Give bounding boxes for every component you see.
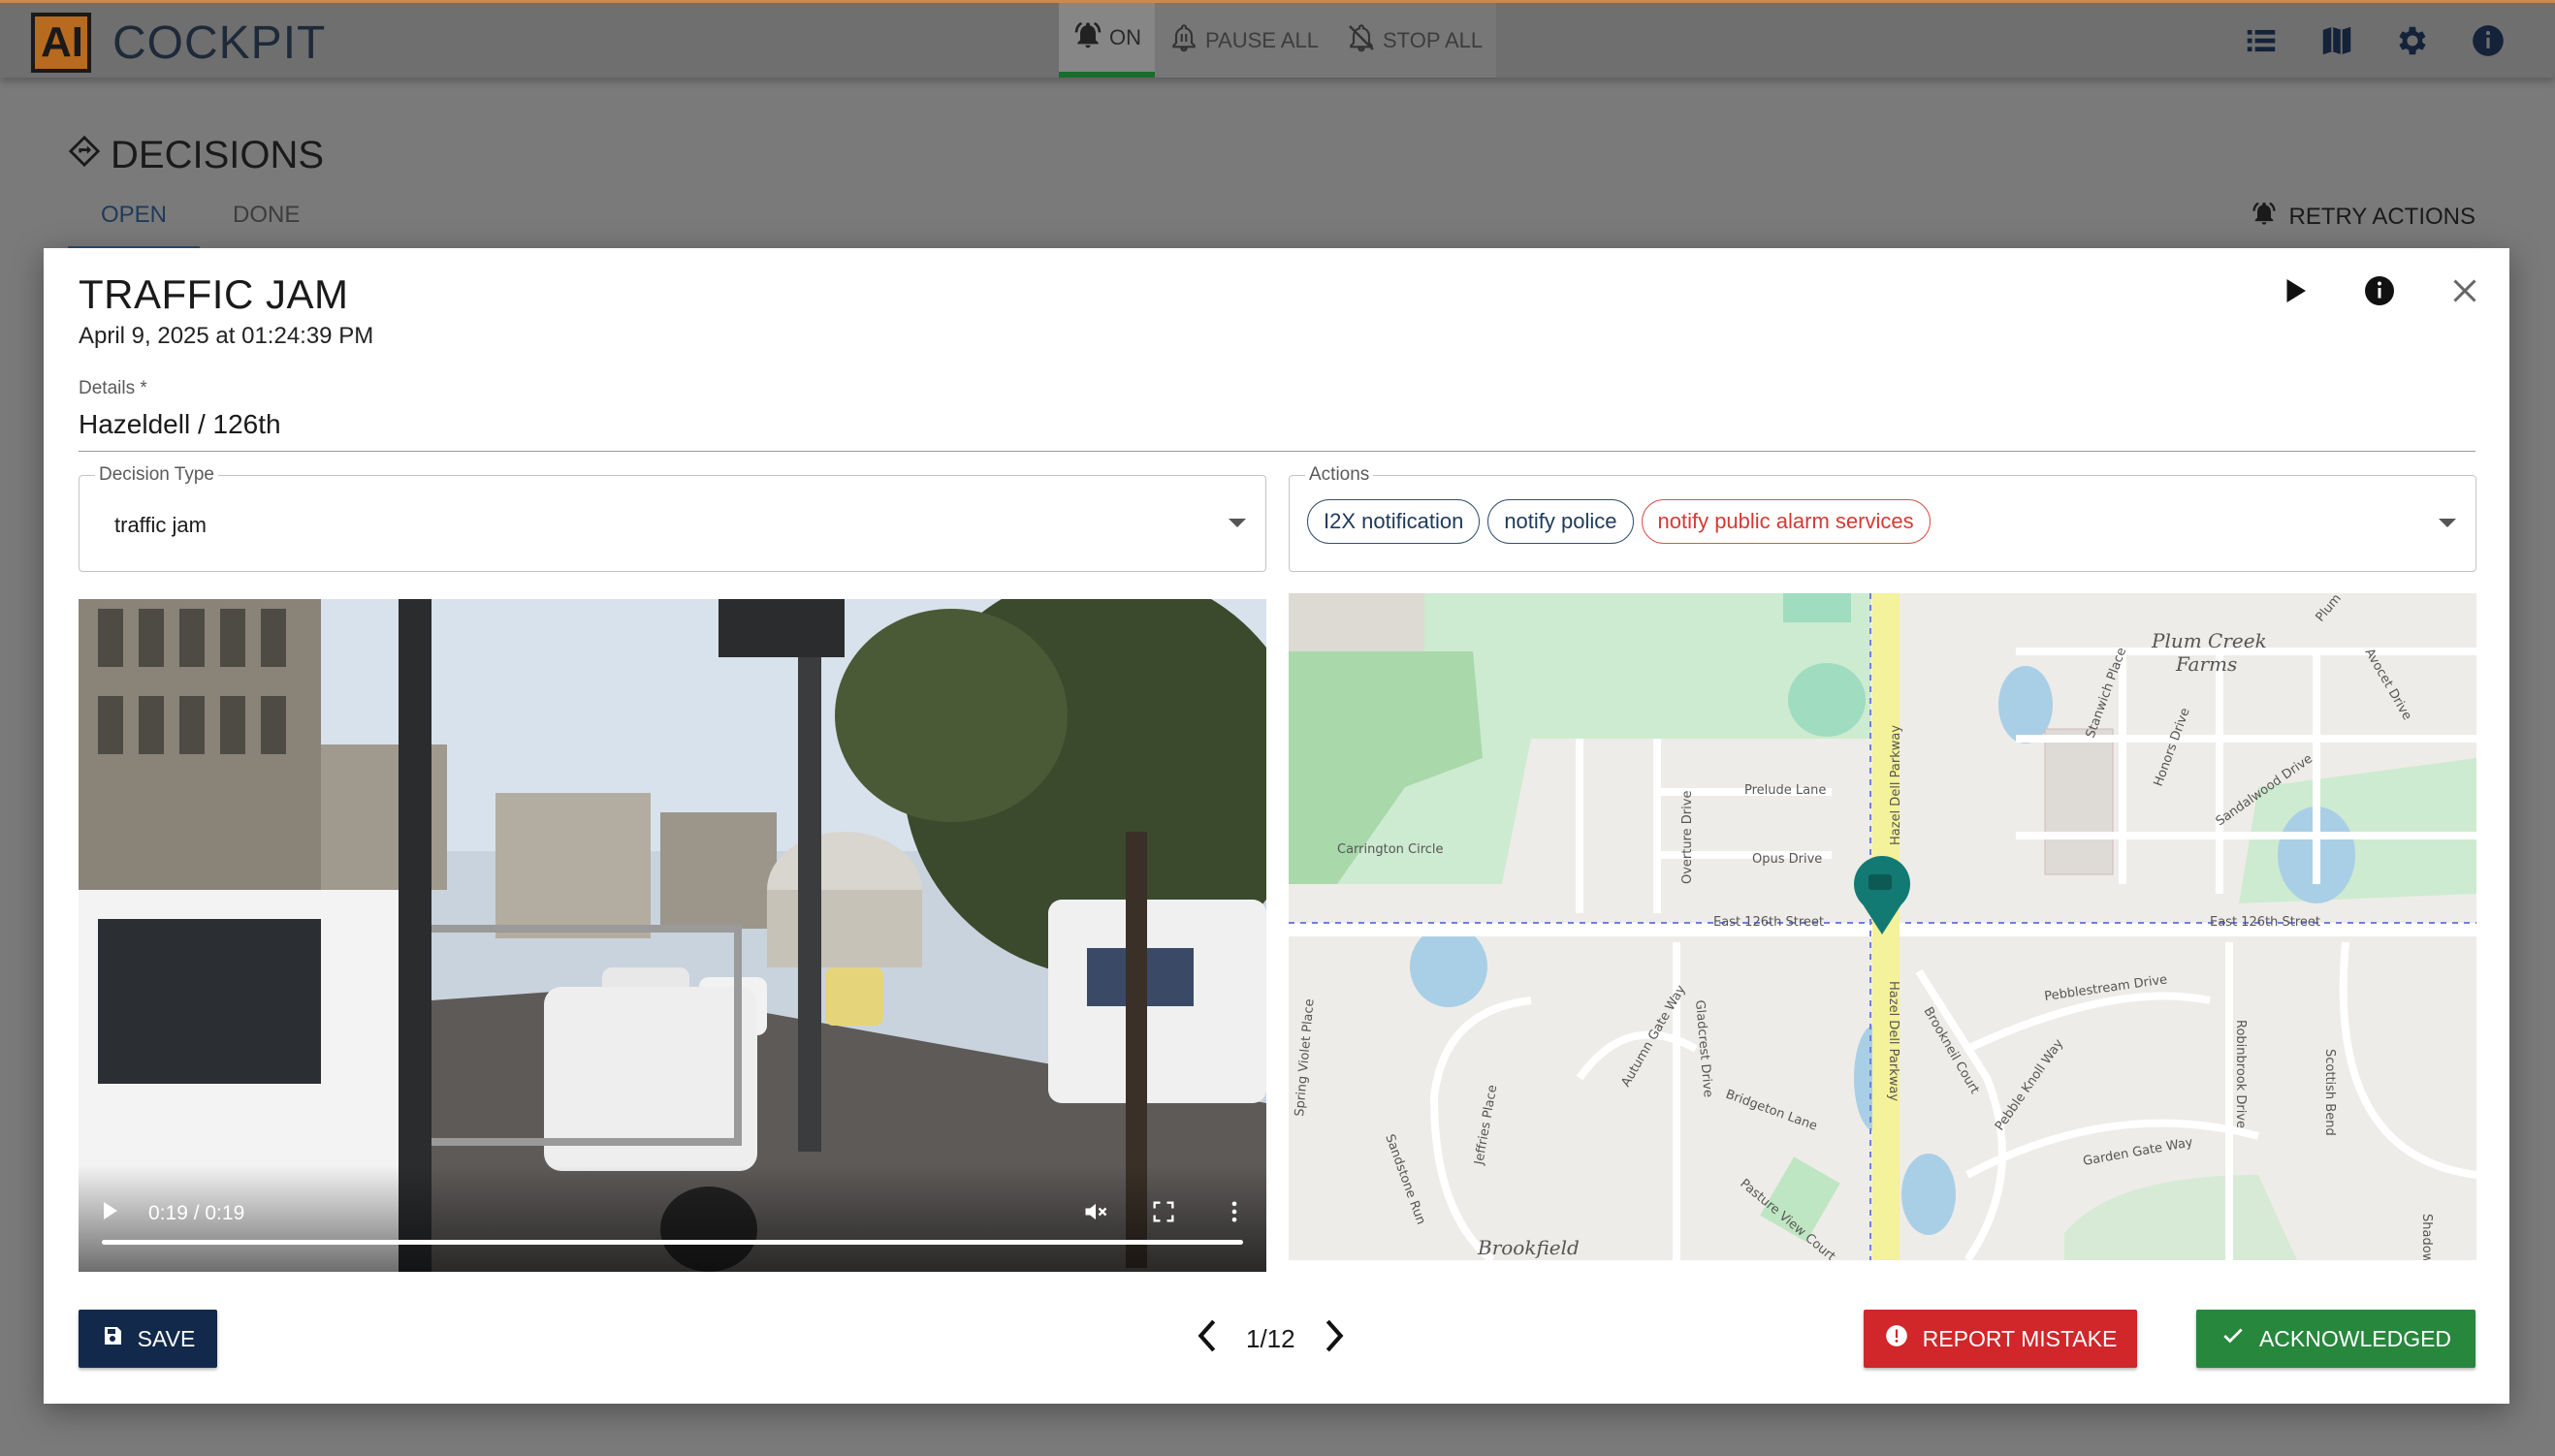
pagination: 1/12 [1194,1314,1348,1363]
details-underline [79,451,2475,452]
bell-pause-icon [1168,22,1199,59]
app-title: COCKPIT [112,17,327,69]
muted-icon[interactable] [1082,1198,1109,1225]
acknowledged-label: ACKNOWLEDGED [2258,1325,2452,1351]
page-indicator: 1/12 [1246,1323,1295,1353]
action-chips: I2X notification notify police notify pu… [1307,499,1931,544]
actions-label: Actions [1305,464,1374,486]
location-map[interactable]: East 126th Street East 126th Street Haze… [1289,593,2476,1260]
tab-done[interactable]: DONE [200,194,333,249]
fullscreen-icon[interactable] [1150,1198,1177,1225]
details-label: Details * [79,378,147,398]
save-button[interactable]: SAVE [79,1310,217,1368]
video-time: 0:19 / 0:19 [148,1202,245,1224]
decision-type-label: Decision Type [95,464,218,486]
alarm-icon [2251,200,2278,234]
chevron-right-icon[interactable] [1321,1316,1348,1362]
map-street-label: Hazel Dell Parkway [1886,981,1900,1101]
info-icon[interactable] [2362,273,2397,308]
pause-all-label: PAUSE ALL [1205,27,1319,52]
decision-type-value: traffic jam [114,513,207,537]
map-place-label: Plum Creek [2151,629,2267,652]
details-field[interactable]: Hazeldell / 126th [79,409,281,440]
video-play-icon[interactable] [104,1202,117,1219]
map-tiles: East 126th Street East 126th Street Haze… [1289,593,2476,1260]
map-street-label: East 126th Street [1713,915,1824,930]
decision-dialog: TRAFFIC JAM April 9, 2025 at 01:24:39 PM… [44,248,2509,1404]
more-vert-icon[interactable] [1221,1198,1248,1225]
pause-all-button[interactable]: PAUSE ALL [1155,3,1332,78]
decision-title: TRAFFIC JAM [79,271,349,317]
chevron-down-icon[interactable] [1229,519,1246,527]
save-label: SAVE [137,1325,196,1351]
map-icon[interactable] [2318,22,2355,59]
video-player[interactable]: 0:19 / 0:19 [79,599,1266,1272]
action-chip-police[interactable]: notify police [1487,499,1634,544]
actions-select[interactable]: Actions I2X notification notify police n… [1289,464,2476,572]
map-street-label: Hazel Dell Parkway [1889,725,1903,845]
header-icon-group [2243,22,2507,59]
alarm-controls: ON PAUSE ALL STOP ALL [1059,3,1497,78]
page-title: DECISIONS [68,134,324,177]
map-street-label: Prelude Lane [1744,783,1826,798]
map-street-label: East 126th Street [2210,915,2320,930]
floppy-icon [101,1324,124,1353]
alarm-on-button[interactable]: ON [1059,3,1155,78]
decision-type-select[interactable]: Decision Type traffic jam [79,464,1266,572]
map-place-label: Brookfield [1477,1236,1580,1259]
tab-open[interactable]: OPEN [68,194,201,249]
action-chip-public-alarm[interactable]: notify public alarm services [1641,499,1931,544]
acknowledged-button[interactable]: ACKNOWLEDGED [2196,1310,2475,1368]
alert-circle-icon [1884,1323,1909,1354]
chevron-left-icon[interactable] [1194,1316,1221,1362]
decision-timestamp: April 9, 2025 at 01:24:39 PM [79,323,374,349]
top-app-bar: AI COCKPIT ON PAUSE ALL STOP ALL [0,0,2555,78]
report-mistake-label: REPORT MISTAKE [1922,1325,2118,1351]
alarm-on-label: ON [1109,24,1141,49]
report-mistake-button[interactable]: REPORT MISTAKE [1864,1310,2137,1368]
map-street-label: Scottish Bend [2322,1049,2337,1136]
chevron-down-icon[interactable] [2439,519,2456,527]
retry-actions-button[interactable]: RETRY ACTIONS [2251,200,2476,234]
decision-tabs: OPEN DONE [68,194,333,249]
page-title-text: DECISIONS [111,134,325,176]
bell-ring-icon [1072,19,1103,56]
retry-actions-label: RETRY ACTIONS [2288,203,2476,230]
dialog-actions [2277,273,2482,308]
info-icon[interactable] [2470,22,2507,59]
app-logo: AI [31,13,91,73]
map-street-label: Carrington Circle [1337,842,1444,857]
map-street-label: Overture Drive [1680,791,1695,884]
list-icon[interactable] [2243,22,2280,59]
logo-text: AI [41,18,83,66]
video-progress-bar[interactable] [102,1240,1243,1245]
map-street-label: Opus Drive [1752,852,1822,867]
stop-all-button[interactable]: STOP ALL [1332,3,1496,78]
action-chip-i2x[interactable]: I2X notification [1307,499,1481,544]
map-place-label: Farms [2175,652,2237,676]
play-icon[interactable] [2277,273,2312,308]
map-street-label: Robinbrook Drive [2233,1020,2248,1128]
map-street-label: Shadow C [2419,1214,2434,1260]
stop-all-label: STOP ALL [1383,27,1484,52]
close-icon[interactable] [2447,273,2482,308]
gear-icon[interactable] [2394,22,2431,59]
check-icon [2220,1323,2246,1354]
decision-diamond-icon [68,134,101,177]
bell-off-icon [1346,22,1377,59]
